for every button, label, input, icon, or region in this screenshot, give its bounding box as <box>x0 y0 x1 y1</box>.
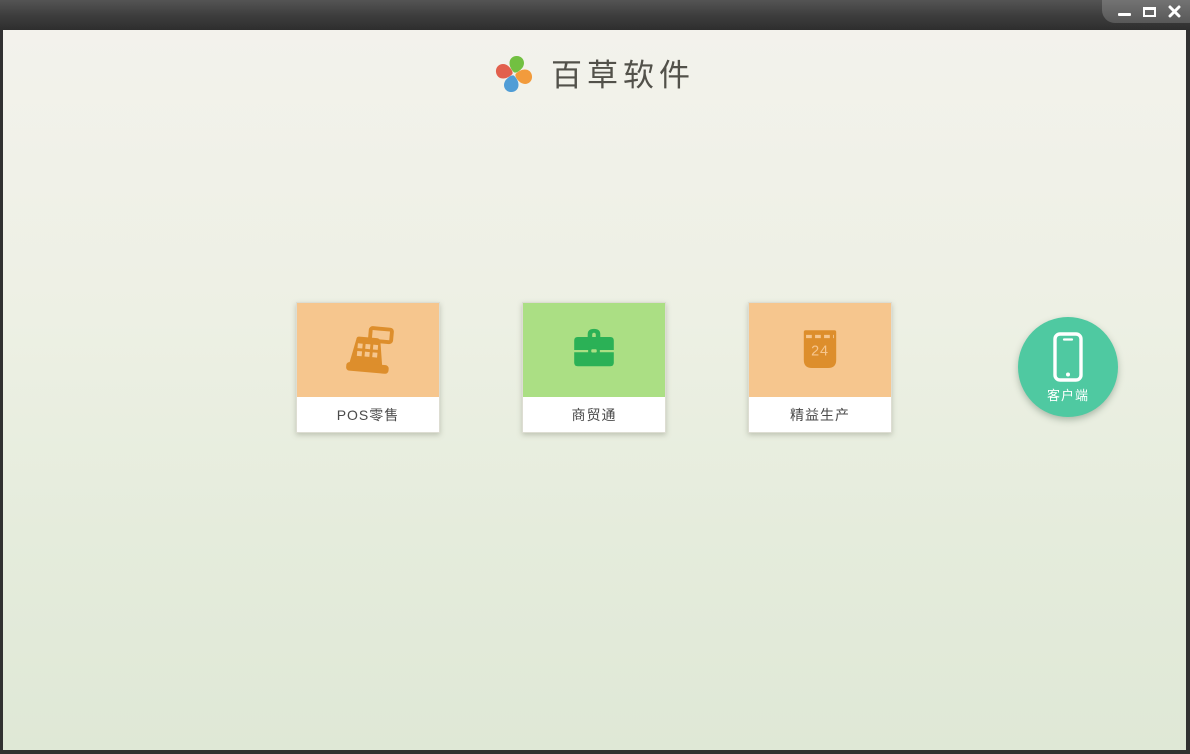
maximize-icon <box>1142 6 1156 17</box>
minimize-button[interactable] <box>1116 4 1132 20</box>
product-label: POS零售 <box>297 397 439 432</box>
product-label: 商贸通 <box>523 397 665 432</box>
titlebar <box>0 0 1190 30</box>
maximize-button[interactable] <box>1141 4 1157 20</box>
app-title: 百草软件 <box>551 57 695 94</box>
app-window: 百草软件 POS零售 商贸通 24 精益生产 客户端 <box>0 0 1190 754</box>
window-controls <box>1102 0 1190 23</box>
briefcase-icon <box>574 328 614 367</box>
main-area: 百草软件 POS零售 商贸通 24 精益生产 客户端 <box>3 30 1186 750</box>
brand: 百草软件 <box>3 54 1186 94</box>
close-icon <box>1168 5 1180 18</box>
cash-register-icon <box>346 326 394 374</box>
close-button[interactable] <box>1166 4 1182 20</box>
trade-tile <box>523 303 665 397</box>
client-label: 客户端 <box>1046 387 1089 403</box>
lean-production-tile: 24 <box>749 303 891 397</box>
pinwheel-icon <box>495 55 533 93</box>
minimize-icon <box>1117 13 1131 16</box>
calendar-icon: 24 <box>803 330 837 368</box>
client-button[interactable]: 客户端 <box>1018 317 1118 417</box>
product-card-trade[interactable]: 商贸通 <box>522 302 666 433</box>
smartphone-icon <box>1053 331 1083 382</box>
calendar-day-number: 24 <box>811 343 829 359</box>
product-card-pos-retail[interactable]: POS零售 <box>296 302 440 433</box>
product-label: 精益生产 <box>749 397 891 432</box>
pos-retail-tile <box>297 303 439 397</box>
product-card-lean-production[interactable]: 24 精益生产 <box>748 302 892 433</box>
